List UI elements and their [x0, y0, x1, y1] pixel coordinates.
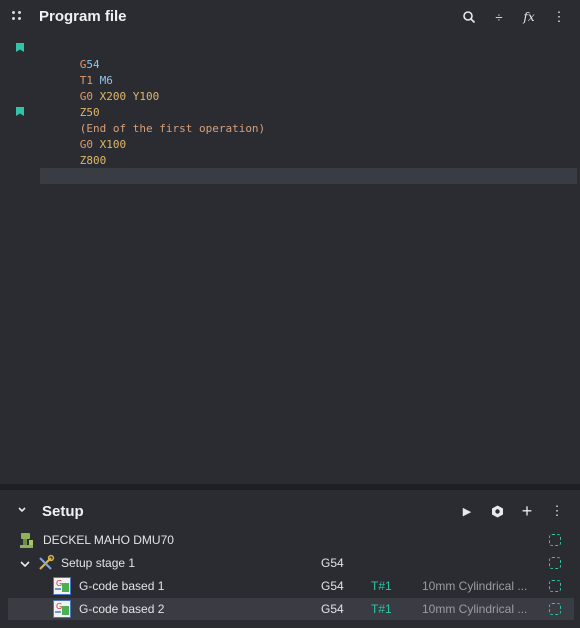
machine-icon: [18, 531, 36, 549]
status-indicator: [549, 557, 561, 569]
code-line[interactable]: T1 M6: [40, 57, 113, 87]
code-line[interactable]: Z50: [40, 89, 100, 119]
code-line[interactable]: G0 X100: [40, 121, 126, 151]
stage-gcode: G54: [321, 556, 344, 570]
tool-description: 10mm Cylindrical ...: [422, 602, 528, 616]
chevron-down-icon[interactable]: [16, 502, 28, 514]
gcode-operation-icon: G: [53, 577, 71, 595]
chevron-down-icon[interactable]: [18, 556, 32, 570]
code-token: X200: [99, 90, 133, 103]
settings-icon[interactable]: [482, 501, 512, 521]
status-indicator: [549, 534, 561, 546]
setup-panel: Setup ▶ + ⋮ DECKEL MAHO DMU70 Setup stag…: [0, 490, 580, 628]
tool-number: T#1: [371, 579, 392, 593]
tree-row-machine[interactable]: DECKEL MAHO DMU70: [8, 529, 574, 551]
operation-label: G-code based 2: [79, 602, 165, 616]
machine-label: DECKEL MAHO DMU70: [43, 533, 174, 547]
setup-stage-label: Setup stage 1: [61, 556, 136, 570]
code-token: Z800: [79, 154, 107, 167]
program-panel-title: Program file: [39, 8, 127, 25]
more-vertical-icon[interactable]: ⋮: [544, 7, 574, 27]
tree-row-operation[interactable]: G G-code based 1 G54 T#1 10mm Cylindrica…: [8, 575, 574, 597]
status-indicator: [549, 603, 561, 615]
operation-label: G-code based 1: [79, 579, 165, 593]
tool-description: 10mm Cylindrical ...: [422, 579, 528, 593]
more-vertical-icon[interactable]: ⋮: [542, 501, 572, 521]
code-line[interactable]: Z800: [40, 137, 107, 167]
code-line[interactable]: G0 X200 Y100: [40, 73, 160, 103]
bookmark-icon[interactable]: [16, 43, 24, 52]
tree-row-operation[interactable]: G G-code based 2 G54 T#1 10mm Cylindrica…: [8, 598, 574, 620]
add-icon[interactable]: +: [512, 501, 542, 521]
program-file-panel: Program file ÷ fx ⋮ G54 T1 M6 G0 X200 Y1…: [0, 0, 580, 484]
status-indicator: [549, 580, 561, 592]
divide-icon[interactable]: ÷: [484, 7, 514, 27]
setup-panel-header: Setup ▶ + ⋮: [0, 490, 580, 530]
code-token: Y100: [132, 90, 160, 103]
setup-panel-title: Setup: [42, 503, 84, 520]
program-panel-header: Program file ÷ fx ⋮: [0, 0, 580, 34]
operation-gcode: G54: [321, 602, 344, 616]
svg-text:G: G: [56, 602, 62, 611]
tree-row-setup-stage[interactable]: Setup stage 1 G54: [8, 552, 574, 574]
tool-number: T#1: [371, 602, 392, 616]
drag-handle-icon[interactable]: [12, 11, 24, 23]
play-icon[interactable]: ▶: [452, 501, 482, 521]
search-icon[interactable]: [454, 7, 484, 27]
function-icon[interactable]: fx: [514, 7, 544, 27]
svg-text:G: G: [56, 579, 62, 588]
current-line-highlight[interactable]: [40, 168, 577, 184]
code-line[interactable]: G54: [40, 41, 100, 71]
code-line[interactable]: (End of the first operation): [40, 105, 265, 135]
setup-tools-icon: [37, 554, 55, 572]
gcode-operation-icon: G: [53, 600, 71, 618]
operation-gcode: G54: [321, 579, 344, 593]
bookmark-icon[interactable]: [16, 107, 24, 116]
